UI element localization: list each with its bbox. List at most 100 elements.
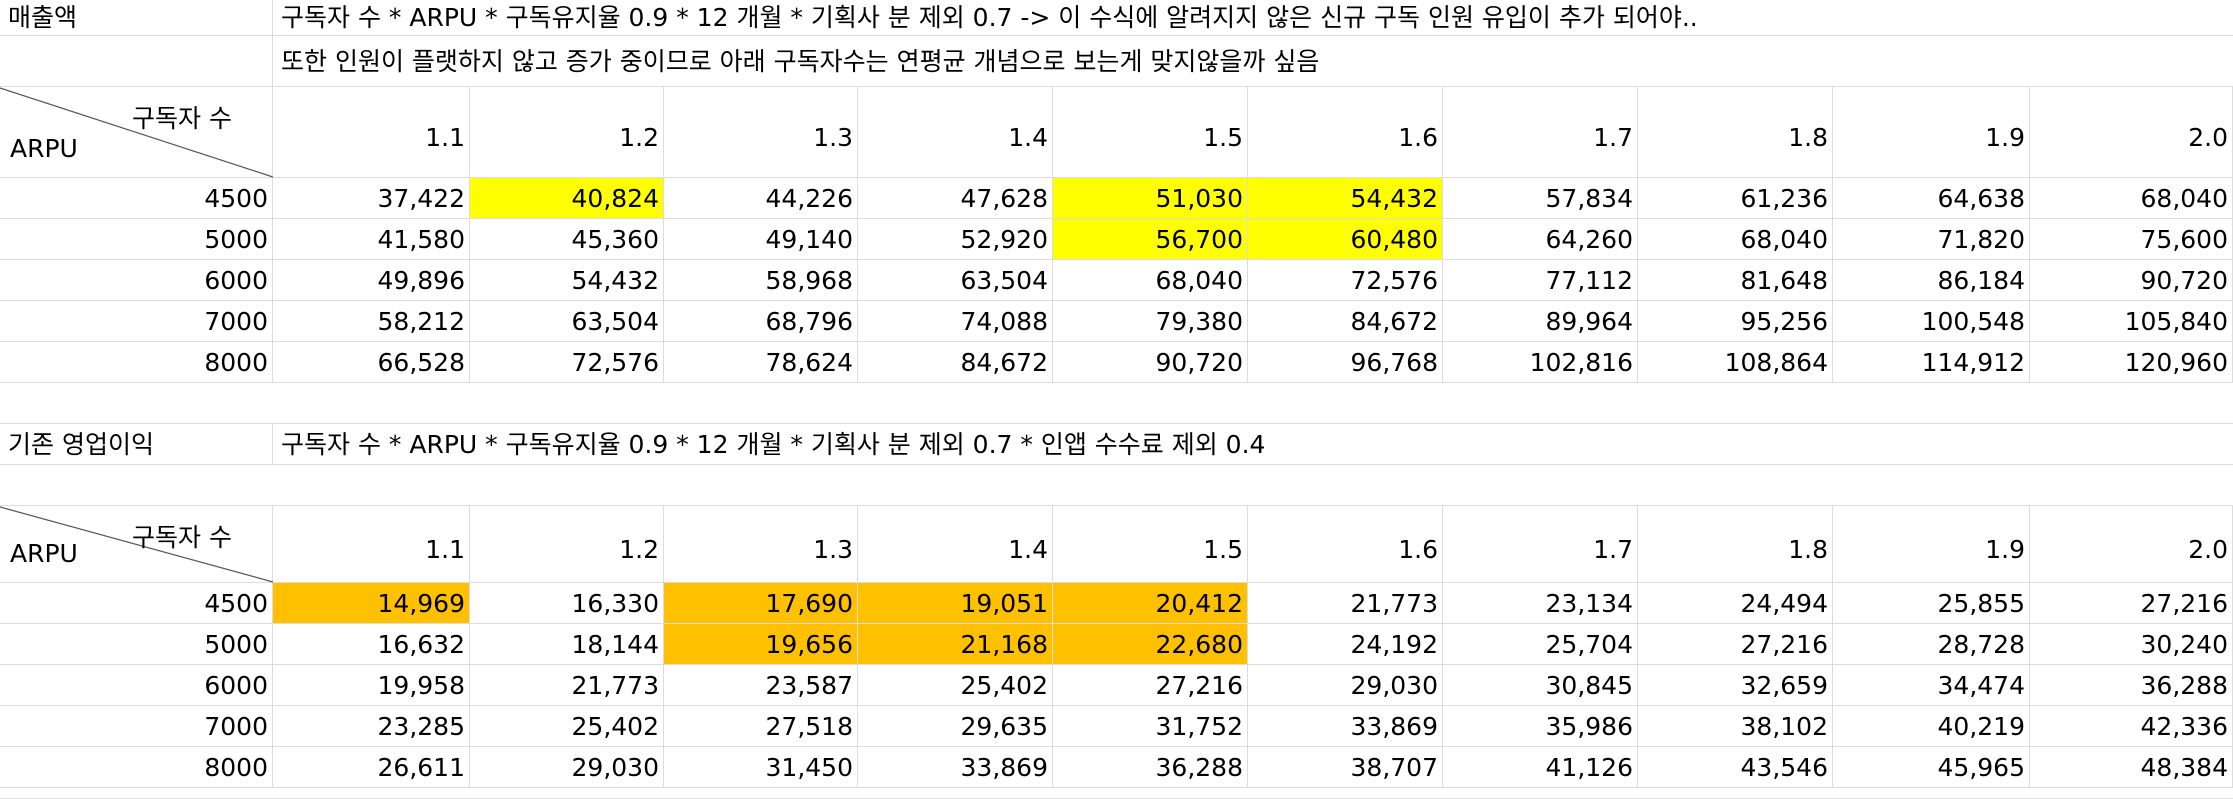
value-cell[interactable]: 72,576	[470, 342, 664, 382]
value-cell[interactable]: 41,580	[273, 219, 470, 259]
value-cell[interactable]: 45,965	[1833, 747, 2030, 787]
value-cell[interactable]: 66,528	[273, 342, 470, 382]
value-cell[interactable]: 30,240	[2030, 624, 2233, 664]
value-cell[interactable]: 45,360	[470, 219, 664, 259]
value-cell[interactable]: 33,869	[1248, 706, 1443, 746]
value-cell[interactable]: 30,845	[1443, 665, 1638, 705]
value-cell[interactable]: 102,816	[1443, 342, 1638, 382]
value-cell[interactable]: 29,030	[1248, 665, 1443, 705]
value-cell[interactable]: 36,288	[2030, 665, 2233, 705]
section1-formula-cell[interactable]: 구독자 수 * ARPU * 구독유지율 0.9 * 12 개월 * 기획사 분…	[273, 0, 2233, 35]
value-cell[interactable]: 27,518	[664, 706, 858, 746]
value-cell[interactable]: 20,412	[1053, 583, 1248, 623]
value-cell[interactable]: 77,112	[1443, 260, 1638, 300]
arpu-cell[interactable]: 6000	[0, 260, 273, 300]
value-cell[interactable]: 36,288	[1053, 747, 1248, 787]
value-cell[interactable]: 21,168	[858, 624, 1053, 664]
arpu-cell[interactable]: 5000	[0, 624, 273, 664]
value-cell[interactable]: 68,040	[1053, 260, 1248, 300]
value-cell[interactable]: 18,144	[470, 624, 664, 664]
column-header-cell[interactable]: 1.3	[664, 87, 858, 177]
value-cell[interactable]: 29,030	[470, 747, 664, 787]
value-cell[interactable]: 64,260	[1443, 219, 1638, 259]
value-cell[interactable]: 54,432	[470, 260, 664, 300]
value-cell[interactable]: 32,659	[1638, 665, 1833, 705]
value-cell[interactable]: 25,704	[1443, 624, 1638, 664]
value-cell[interactable]: 71,820	[1833, 219, 2030, 259]
value-cell[interactable]: 96,768	[1248, 342, 1443, 382]
arpu-cell[interactable]: 7000	[0, 301, 273, 341]
value-cell[interactable]: 89,964	[1443, 301, 1638, 341]
value-cell[interactable]: 78,624	[664, 342, 858, 382]
value-cell[interactable]: 120,960	[2030, 342, 2233, 382]
value-cell[interactable]: 19,656	[664, 624, 858, 664]
value-cell[interactable]: 27,216	[1053, 665, 1248, 705]
value-cell[interactable]: 24,494	[1638, 583, 1833, 623]
value-cell[interactable]: 28,728	[1833, 624, 2030, 664]
value-cell[interactable]: 17,690	[664, 583, 858, 623]
value-cell[interactable]: 52,920	[858, 219, 1053, 259]
column-header-cell[interactable]: 1.6	[1248, 506, 1443, 582]
column-header-cell[interactable]: 1.2	[470, 506, 664, 582]
section2-corner-cell[interactable]: 구독자 수 ARPU	[0, 506, 273, 583]
value-cell[interactable]: 26,611	[273, 747, 470, 787]
value-cell[interactable]: 27,216	[2030, 583, 2233, 623]
value-cell[interactable]: 41,126	[1443, 747, 1638, 787]
arpu-cell[interactable]: 8000	[0, 342, 273, 382]
value-cell[interactable]: 72,576	[1248, 260, 1443, 300]
value-cell[interactable]: 42,336	[2030, 706, 2233, 746]
value-cell[interactable]: 58,212	[273, 301, 470, 341]
value-cell[interactable]: 31,450	[664, 747, 858, 787]
arpu-cell[interactable]: 8000	[0, 747, 273, 787]
value-cell[interactable]: 21,773	[470, 665, 664, 705]
column-header-cell[interactable]: 1.7	[1443, 87, 1638, 177]
value-cell[interactable]: 23,587	[664, 665, 858, 705]
value-cell[interactable]: 23,134	[1443, 583, 1638, 623]
value-cell[interactable]: 68,796	[664, 301, 858, 341]
column-header-cell[interactable]: 1.8	[1638, 506, 1833, 582]
value-cell[interactable]: 25,402	[470, 706, 664, 746]
column-header-cell[interactable]: 1.1	[273, 87, 470, 177]
value-cell[interactable]: 105,840	[2030, 301, 2233, 341]
column-header-cell[interactable]: 1.3	[664, 506, 858, 582]
value-cell[interactable]: 84,672	[858, 342, 1053, 382]
value-cell[interactable]: 68,040	[1638, 219, 1833, 259]
value-cell[interactable]: 84,672	[1248, 301, 1443, 341]
arpu-cell[interactable]: 4500	[0, 178, 273, 218]
value-cell[interactable]: 37,422	[273, 178, 470, 218]
value-cell[interactable]: 25,855	[1833, 583, 2030, 623]
value-cell[interactable]: 90,720	[2030, 260, 2233, 300]
value-cell[interactable]: 58,968	[664, 260, 858, 300]
value-cell[interactable]: 43,546	[1638, 747, 1833, 787]
section2-title-cell[interactable]: 기존 영업이익	[0, 424, 273, 464]
arpu-cell[interactable]: 4500	[0, 583, 273, 623]
value-cell[interactable]: 90,720	[1053, 342, 1248, 382]
value-cell[interactable]: 21,773	[1248, 583, 1443, 623]
value-cell[interactable]: 16,632	[273, 624, 470, 664]
value-cell[interactable]: 64,638	[1833, 178, 2030, 218]
value-cell[interactable]: 40,824	[470, 178, 664, 218]
value-cell[interactable]: 49,896	[273, 260, 470, 300]
section1-corner-cell[interactable]: 구독자 수 ARPU	[0, 87, 273, 178]
value-cell[interactable]: 48,384	[2030, 747, 2233, 787]
value-cell[interactable]: 27,216	[1638, 624, 1833, 664]
arpu-cell[interactable]: 7000	[0, 706, 273, 746]
value-cell[interactable]: 86,184	[1833, 260, 2030, 300]
value-cell[interactable]: 54,432	[1248, 178, 1443, 218]
section1-title-cell[interactable]: 매출액	[0, 0, 273, 35]
column-header-cell[interactable]: 1.7	[1443, 506, 1638, 582]
value-cell[interactable]: 56,700	[1053, 219, 1248, 259]
column-header-cell[interactable]: 1.9	[1833, 87, 2030, 177]
value-cell[interactable]: 31,752	[1053, 706, 1248, 746]
value-cell[interactable]: 16,330	[470, 583, 664, 623]
value-cell[interactable]: 95,256	[1638, 301, 1833, 341]
value-cell[interactable]: 63,504	[858, 260, 1053, 300]
column-header-cell[interactable]: 1.8	[1638, 87, 1833, 177]
value-cell[interactable]: 38,102	[1638, 706, 1833, 746]
column-header-cell[interactable]: 2.0	[2030, 506, 2233, 582]
arpu-cell[interactable]: 5000	[0, 219, 273, 259]
value-cell[interactable]: 19,958	[273, 665, 470, 705]
value-cell[interactable]: 100,548	[1833, 301, 2030, 341]
empty-cell[interactable]	[0, 36, 273, 86]
value-cell[interactable]: 24,192	[1248, 624, 1443, 664]
